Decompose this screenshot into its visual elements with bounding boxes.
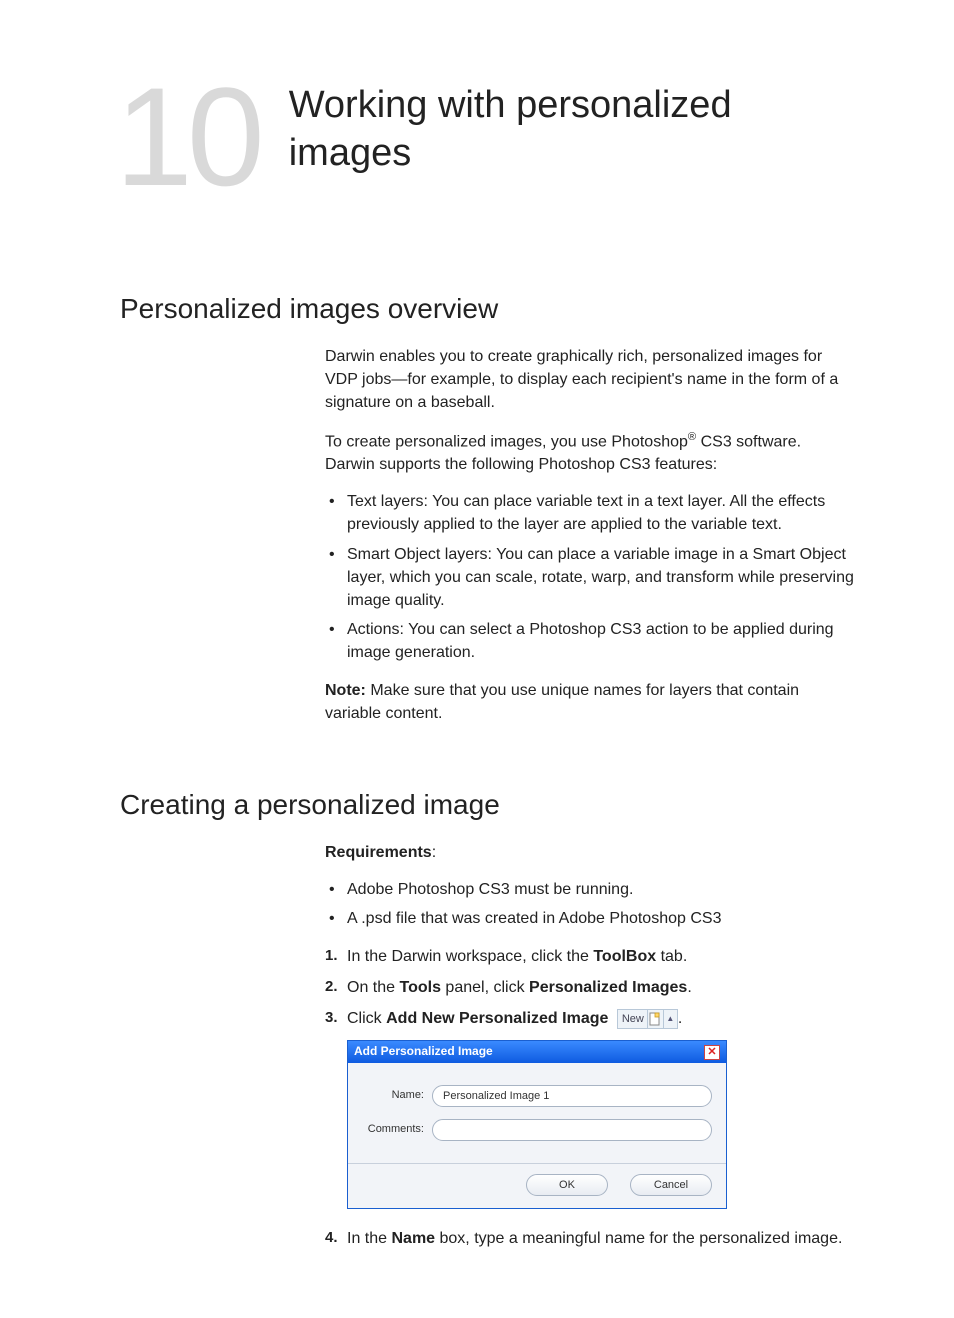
new-button-label: New [618,1010,647,1028]
section-title-overview: Personalized images overview [120,293,854,325]
comments-field[interactable] [432,1119,712,1141]
step-4: In the Name box, type a meaningful name … [325,1227,854,1250]
section-overview: Personalized images overview Darwin enab… [120,293,854,725]
overview-para-2a: To create personalized images, you use P… [325,433,688,450]
section-title-creating: Creating a personalized image [120,789,854,821]
overview-note: Note: Make sure that you use unique name… [325,679,854,725]
step-4-text-a: In the [347,1230,391,1247]
registered-mark: ® [688,431,696,443]
step-1-toolbox: ToolBox [593,948,656,965]
step-2: On the Tools panel, click Personalized I… [325,976,854,999]
step-2-personalized-images: Personalized Images [529,979,687,996]
req-photoshop-running: Adobe Photoshop CS3 must be running. [325,878,854,901]
overview-para-1: Darwin enables you to create graphically… [325,345,854,415]
chapter-number: 10 [115,70,259,203]
overview-feature-list: Text layers: You can place variable text… [325,490,854,664]
step-3-add-new: Add New Personalized Image [386,1010,608,1027]
step-3-end: . [678,1010,682,1027]
feature-actions: Actions: You can select a Photoshop CS3 … [325,618,854,664]
overview-para-2: To create personalized images, you use P… [325,429,854,477]
feature-smart-objects: Smart Object layers: You can place a var… [325,543,854,613]
chapter-title: Working with personalized images [289,70,854,177]
chapter-header: 10 Working with personalized images [120,70,854,203]
new-toolbar-button: New ▲ [617,1009,678,1029]
name-field[interactable] [432,1085,712,1107]
dialog-title: Add Personalized Image [354,1043,493,1060]
dropdown-arrow-icon: ▲ [663,1010,677,1028]
step-2-text-c: . [687,979,691,996]
step-3-text-a: Click [347,1010,386,1027]
new-document-icon [647,1010,663,1028]
cancel-button[interactable]: Cancel [630,1174,712,1196]
dialog-footer: OK Cancel [348,1163,726,1208]
note-label: Note: [325,682,366,699]
req-psd-file: A .psd file that was created in Adobe Ph… [325,907,854,930]
step-4-name: Name [391,1230,435,1247]
step-2-text-a: On the [347,979,399,996]
step-1-text-a: In the Darwin workspace, click the [347,948,593,965]
steps-list: In the Darwin workspace, click the ToolB… [325,945,854,1251]
ok-button[interactable]: OK [526,1174,608,1196]
requirements-label: Requirements [325,844,432,861]
step-2-text-b: panel, click [441,979,529,996]
dialog-body: Name: Comments: [348,1063,726,1163]
close-icon[interactable]: ✕ [704,1045,720,1060]
step-2-tools: Tools [399,979,440,996]
step-1-text-b: tab. [656,948,687,965]
name-label: Name: [362,1088,432,1104]
requirements-list: Adobe Photoshop CS3 must be running. A .… [325,878,854,930]
dialog-titlebar: Add Personalized Image ✕ [348,1041,726,1063]
feature-text-layers: Text layers: You can place variable text… [325,490,854,536]
section-creating: Creating a personalized image Requiremen… [120,789,854,1250]
step-4-text-b: box, type a meaningful name for the pers… [435,1230,842,1247]
step-3: Click Add New Personalized Image New ▲ . [325,1007,854,1209]
requirements-heading: Requirements: [325,841,854,864]
add-personalized-image-dialog: Add Personalized Image ✕ Name: Comments: [347,1040,727,1209]
step-1: In the Darwin workspace, click the ToolB… [325,945,854,968]
comments-label: Comments: [362,1122,432,1138]
note-text: Make sure that you use unique names for … [325,682,799,722]
requirements-colon: : [432,844,436,861]
